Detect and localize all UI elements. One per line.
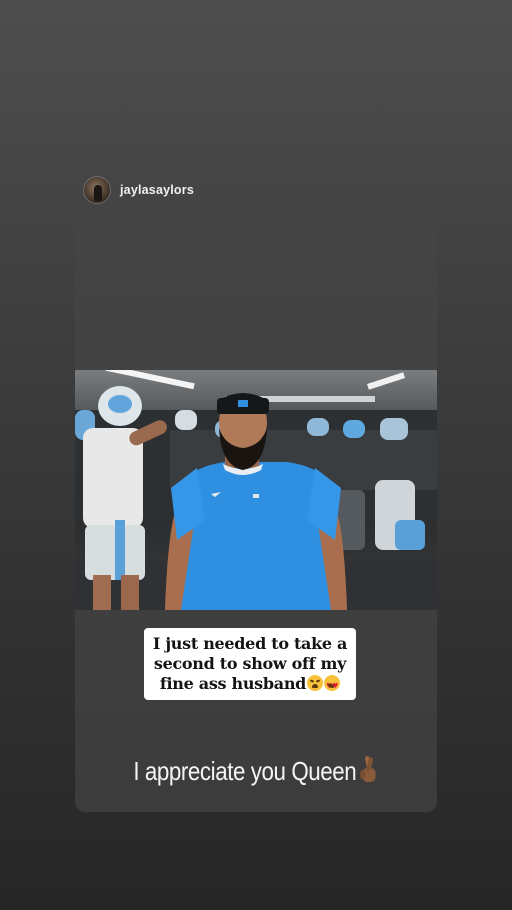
caption-line-2: second to show off my <box>153 654 347 673</box>
reply-text-overlay[interactable]: I appreciate you Queen <box>100 754 411 787</box>
post-header[interactable]: jaylasaylors <box>83 176 194 204</box>
caption-line-3: fine ass husband <box>159 674 307 693</box>
caption-sticker[interactable]: I just needed to take a second to show o… <box>144 628 356 700</box>
heart-eyes-icon <box>324 675 341 696</box>
caption-text: I just needed to take a second to show o… <box>152 634 348 696</box>
caption-line-1: I just needed to take a <box>152 634 348 653</box>
shared-post-card[interactable]: jaylasaylors I just needed to take a sec… <box>75 168 437 812</box>
weary-face-icon <box>307 675 324 691</box>
crossed-fingers-icon <box>359 756 376 782</box>
photo-image <box>75 370 437 610</box>
reply-text: I appreciate you Queen <box>133 756 357 786</box>
avatar[interactable] <box>83 176 111 204</box>
username[interactable]: jaylasaylors <box>120 183 194 197</box>
post-photo[interactable] <box>75 370 437 610</box>
